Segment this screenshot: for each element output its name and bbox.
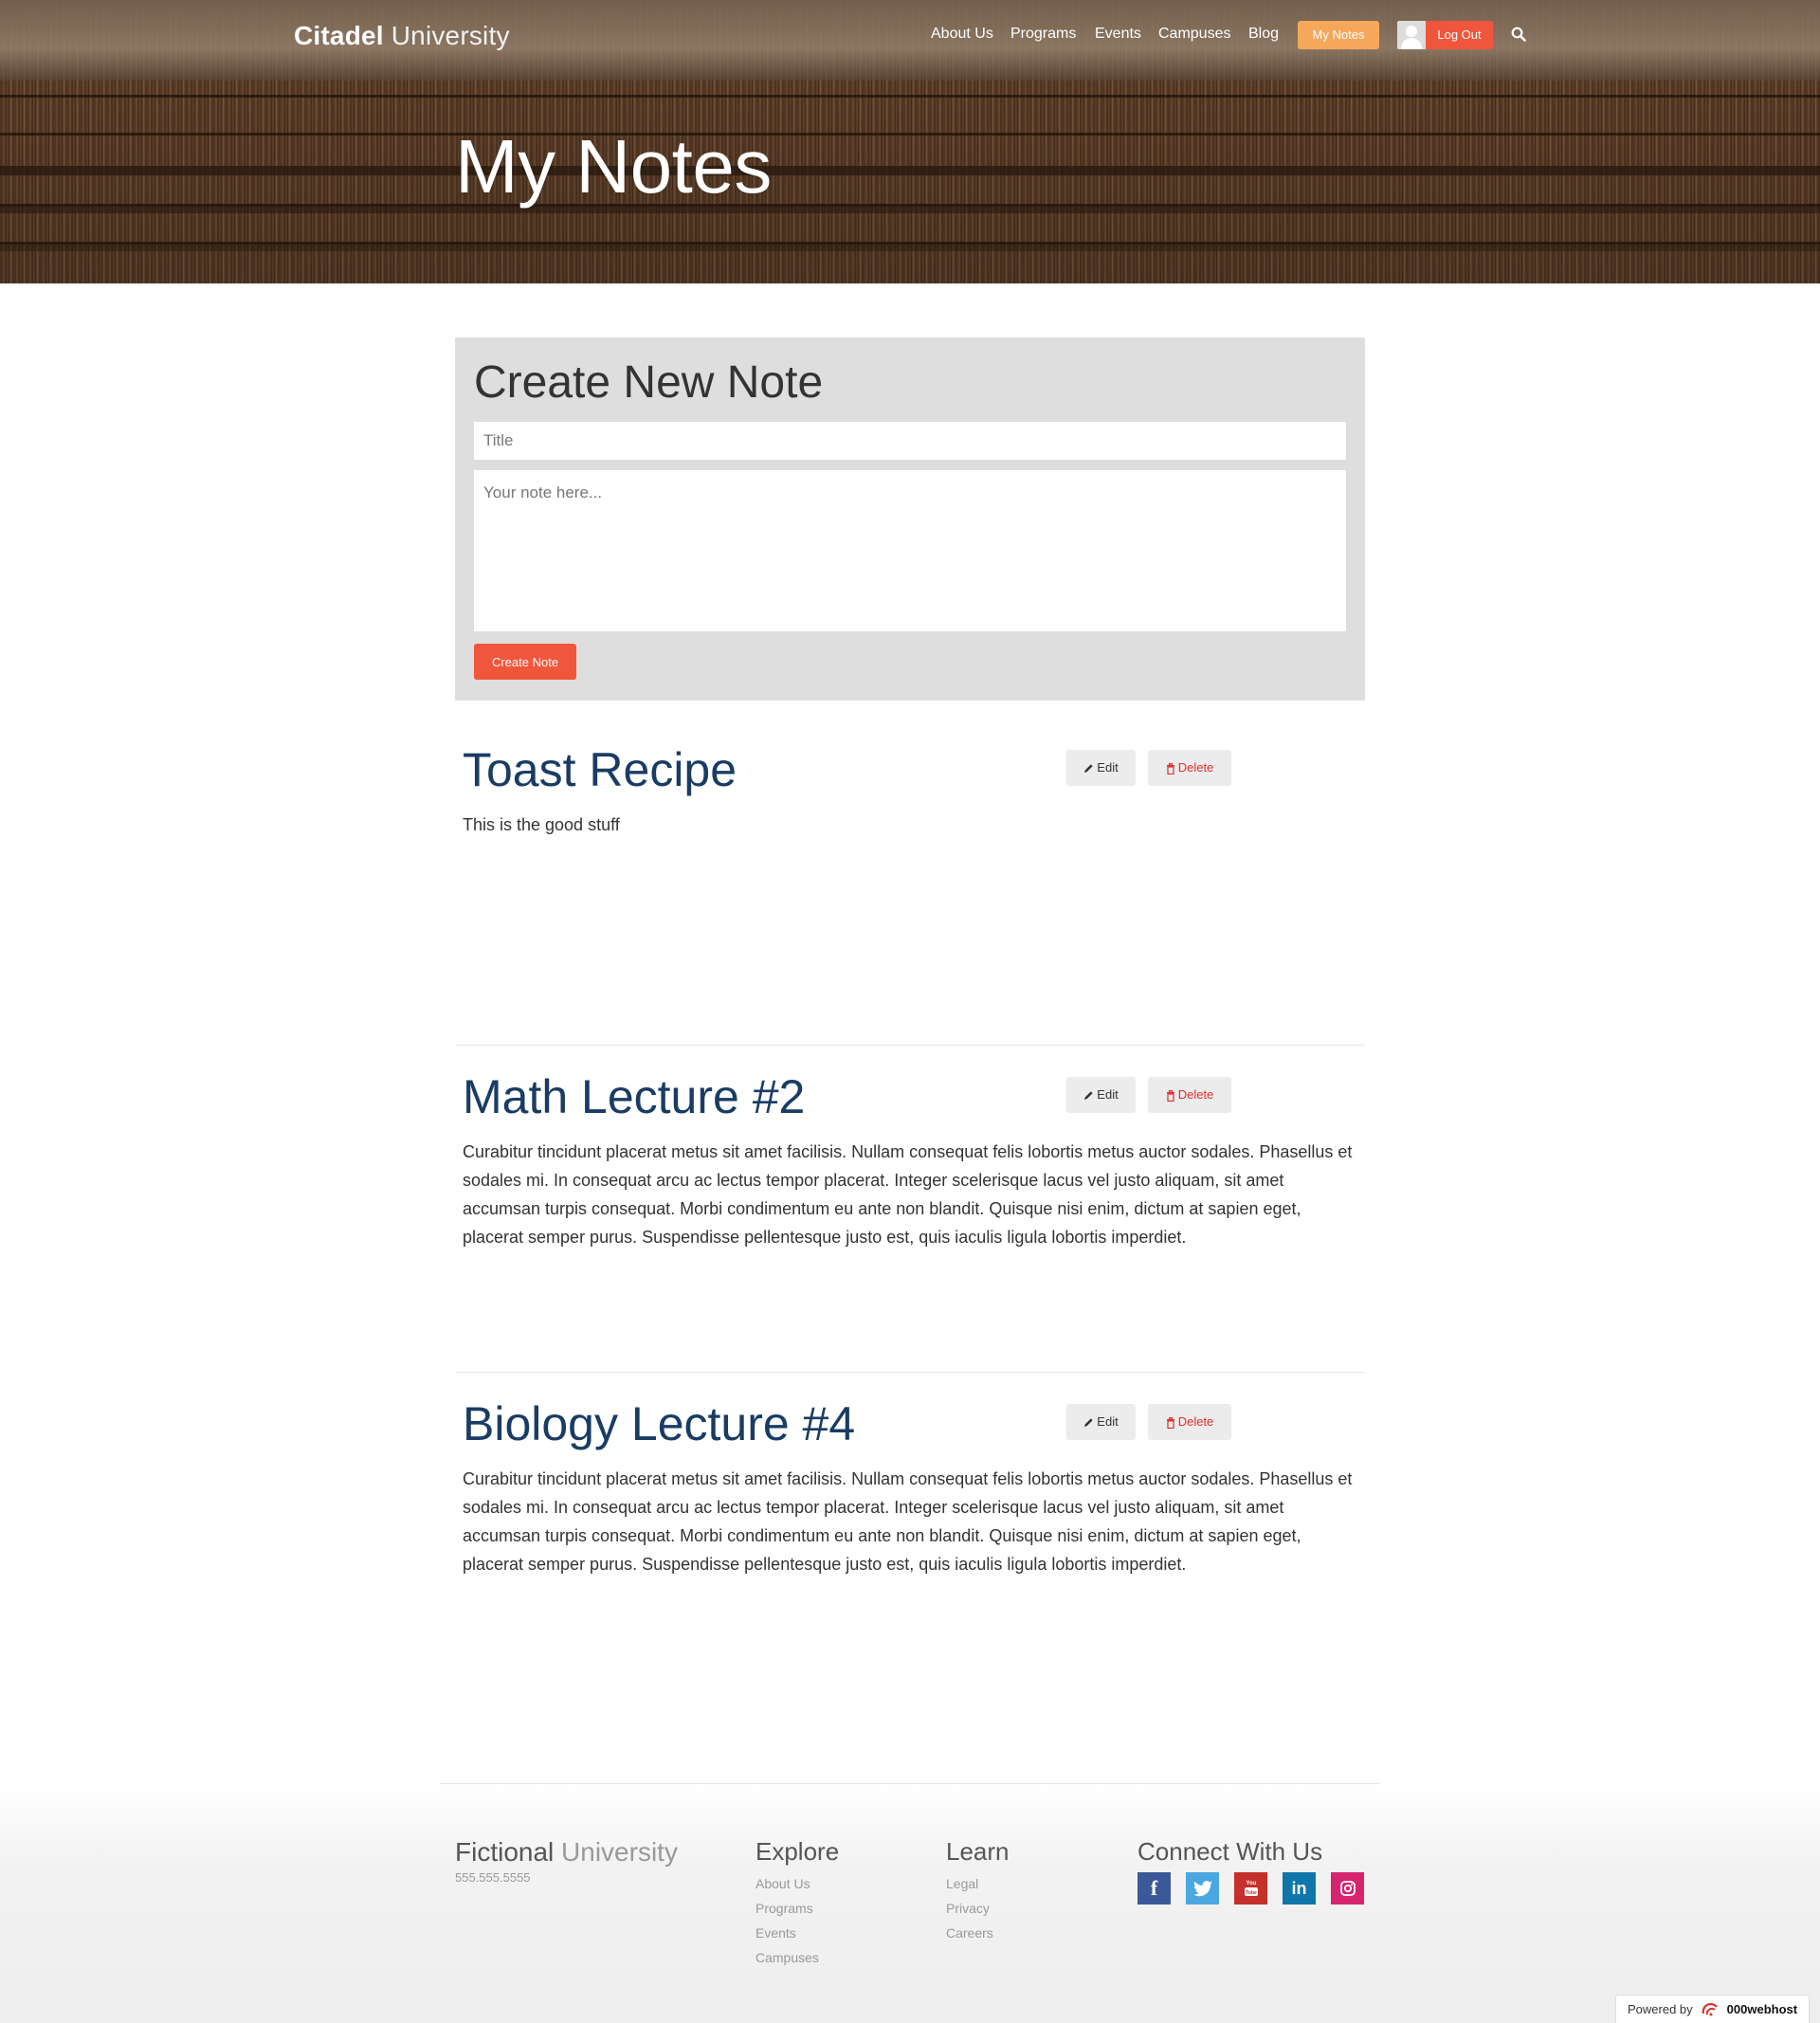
delete-button[interactable]: Delete — [1148, 1404, 1231, 1440]
note-divider — [455, 1045, 1365, 1046]
footer-phone: 555.555.5555 — [455, 1870, 531, 1885]
footer-link-programs[interactable]: Programs — [755, 1901, 813, 1916]
twitter-icon[interactable] — [1186, 1872, 1219, 1905]
webhost-logo-icon — [1702, 2002, 1718, 2015]
note-body: This is the good stuff — [463, 815, 620, 834]
footer-link-privacy[interactable]: Privacy — [946, 1901, 990, 1916]
note-title: Toast Recipe — [463, 743, 737, 796]
pencil-icon — [1084, 1418, 1093, 1428]
note-title: Biology Lecture #4 — [463, 1397, 856, 1450]
footer-link-careers[interactable]: Careers — [946, 1925, 993, 1941]
note-item: Math Lecture #2 Edit Delete Curabitur ti… — [455, 1069, 1365, 1354]
footer-connect-heading: Connect With Us — [1138, 1837, 1323, 1866]
search-icon[interactable] — [1511, 27, 1526, 42]
footer-link-campuses[interactable]: Campuses — [755, 1950, 819, 1965]
hero-banner — [0, 0, 1820, 283]
create-note-panel: Create New Note Create Note — [455, 337, 1365, 701]
edit-button[interactable]: Edit — [1066, 1404, 1136, 1440]
create-note-heading: Create New Note — [474, 357, 824, 408]
delete-label: Delete — [1177, 760, 1214, 775]
delete-label: Delete — [1177, 1087, 1214, 1102]
powered-by-label: Powered by — [1628, 2002, 1693, 2016]
site-footer — [0, 1782, 1820, 2023]
site-logo[interactable]: Citadel University — [294, 21, 510, 51]
create-note-button[interactable]: Create Note — [474, 644, 576, 680]
logout-button[interactable]: Log Out — [1426, 21, 1493, 49]
delete-label: Delete — [1177, 1414, 1214, 1429]
nav-events[interactable]: Events — [1095, 26, 1141, 43]
edit-button[interactable]: Edit — [1066, 750, 1136, 786]
pencil-icon — [1084, 1091, 1093, 1101]
nav-campuses[interactable]: Campuses — [1158, 26, 1230, 43]
footer-divider — [440, 1783, 1380, 1784]
delete-button[interactable]: Delete — [1148, 1077, 1231, 1113]
footer-link-events[interactable]: Events — [755, 1925, 796, 1941]
trash-icon — [1166, 1089, 1174, 1102]
pencil-icon — [1084, 764, 1093, 774]
my-notes-button[interactable]: My Notes — [1298, 21, 1379, 49]
svg-text:You: You — [1246, 1881, 1256, 1886]
note-divider — [455, 1372, 1365, 1373]
facebook-icon[interactable]: f — [1138, 1872, 1171, 1905]
trash-icon — [1166, 762, 1174, 775]
note-title: Math Lecture #2 — [463, 1070, 806, 1123]
note-body: Curabitur tincidunt placerat metus sit a… — [463, 1142, 1353, 1247]
edit-label: Edit — [1097, 760, 1119, 775]
svg-text:Tube: Tube — [1246, 1890, 1257, 1896]
footer-link-legal[interactable]: Legal — [946, 1876, 978, 1891]
nav-blog[interactable]: Blog — [1248, 26, 1279, 43]
footer-link-about-us[interactable]: About Us — [755, 1876, 810, 1891]
nav-programs[interactable]: Programs — [1010, 26, 1076, 43]
note-item: Toast Recipe Edit Delete This is the goo… — [455, 742, 1365, 1027]
footer-learn-heading: Learn — [946, 1837, 1010, 1866]
footer-explore-heading: Explore — [755, 1837, 840, 1866]
note-title-input[interactable] — [474, 422, 1346, 460]
footer-logo-light: University — [554, 1837, 678, 1867]
note-item: Biology Lecture #4 Edit Delete Curabitur… — [455, 1396, 1365, 1681]
linkedin-icon[interactable]: in — [1283, 1872, 1316, 1905]
powered-by-badge[interactable]: Powered by 000webhost — [1615, 1995, 1810, 2023]
edit-button[interactable]: Edit — [1066, 1077, 1136, 1113]
trash-icon — [1166, 1416, 1174, 1429]
edit-label: Edit — [1097, 1414, 1119, 1429]
nav-about-us[interactable]: About Us — [931, 26, 993, 43]
instagram-icon[interactable] — [1331, 1872, 1364, 1905]
footer-logo-bold: Fictional — [455, 1837, 555, 1867]
powered-by-brand: 000webhost — [1726, 2002, 1798, 2016]
note-body: Curabitur tincidunt placerat metus sit a… — [463, 1469, 1353, 1574]
logo-light: University — [383, 21, 510, 50]
note-body-input[interactable] — [474, 470, 1346, 631]
delete-button[interactable]: Delete — [1148, 750, 1231, 786]
edit-label: Edit — [1097, 1087, 1119, 1102]
logo-bold: Citadel — [294, 21, 384, 50]
page-title: My Notes — [455, 124, 772, 209]
youtube-icon[interactable]: You Tube — [1234, 1872, 1267, 1905]
user-avatar[interactable] — [1397, 21, 1426, 49]
footer-logo[interactable]: Fictional University — [455, 1837, 678, 1868]
